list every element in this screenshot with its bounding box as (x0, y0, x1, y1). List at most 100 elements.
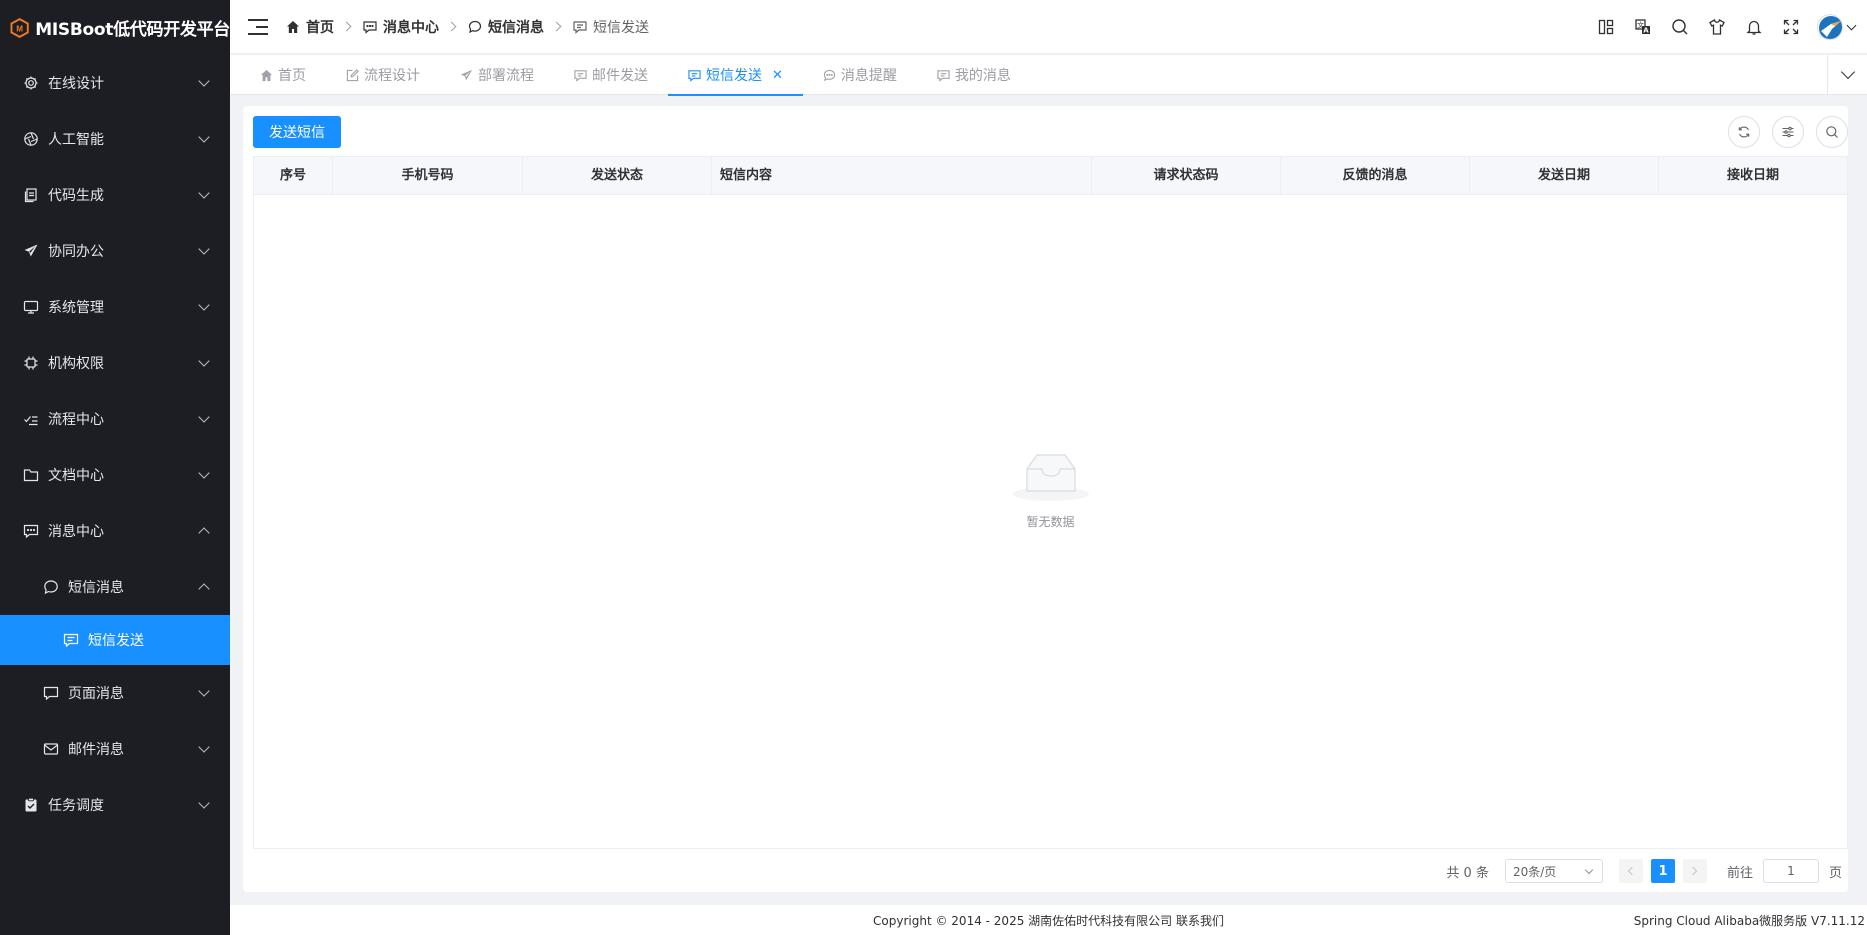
chat-dot-round-icon (823, 69, 836, 81)
chat-line-square-icon (937, 69, 950, 82)
sidebar-item-label: 文档中心 (48, 468, 104, 484)
main-card: 发送短信 序号 手机号码 发送状态 短信内容 请求状态码 反馈的消息 发送日期 … (243, 106, 1848, 892)
goto-page-input[interactable] (1762, 859, 1819, 883)
breadcrumb-label: 首页 (306, 19, 334, 36)
chevron-up-icon (198, 527, 210, 539)
page-size-value: 20条/页 (1512, 864, 1557, 879)
sidebar-item-docs[interactable]: 文档中心 (0, 447, 230, 503)
sidebar-item-sms-send[interactable]: 短信发送 (0, 615, 230, 665)
sidebar-item-message-center[interactable]: 消息中心 (0, 503, 230, 559)
home-icon (260, 69, 273, 81)
sidebar-menu: 在线设计 人工智能 代码生成 协同办公 系统管理 机构权限 流程中心 文档中心 … (0, 55, 230, 833)
chevron-down-icon (198, 797, 210, 809)
top-header: 首页 消息中心 短信消息 短信发送 文A (230, 0, 1867, 54)
chevron-down-icon (1584, 865, 1594, 875)
page-number-current[interactable]: 1 (1650, 859, 1675, 883)
sidebar-item-label: 页面消息 (68, 686, 124, 702)
send-sms-button[interactable]: 发送短信 (253, 116, 341, 148)
search-icon[interactable] (1661, 9, 1698, 46)
tab-deploy-flow[interactable]: 部署流程 (440, 55, 554, 95)
column-header-send-status[interactable]: 发送状态 (523, 157, 712, 195)
tab-flow-design[interactable]: 流程设计 (326, 55, 440, 95)
tab-mail-send[interactable]: 邮件发送 (554, 55, 668, 95)
chevron-down-icon (198, 741, 210, 753)
next-page-button[interactable] (1682, 859, 1707, 883)
tab-label: 消息提醒 (840, 68, 897, 84)
chat-round-icon (468, 20, 482, 33)
sidebar-item-label: 任务调度 (48, 798, 104, 814)
column-header-feedback[interactable]: 反馈的消息 (1281, 157, 1470, 195)
pagination-total: 共 0 条 (1446, 865, 1489, 881)
avatar-icon[interactable] (1817, 14, 1843, 40)
sidebar-item-codegen[interactable]: 代码生成 (0, 167, 230, 223)
sidebar-item-sms[interactable]: 短信消息 (0, 559, 230, 615)
chevron-down-icon (198, 355, 210, 367)
tab-label: 邮件发送 (592, 68, 648, 84)
sidebar-item-label: 流程中心 (48, 412, 104, 428)
sidebar-item-label: 邮件消息 (68, 742, 124, 758)
prev-page-button[interactable] (1618, 859, 1643, 883)
sidebar-item-mail-message[interactable]: 邮件消息 (0, 721, 230, 777)
empty-text: 暂无数据 (1026, 515, 1075, 529)
chevron-down-icon (198, 243, 210, 255)
sidebar-item-label: 消息中心 (48, 524, 104, 540)
close-icon[interactable]: ✕ (772, 68, 783, 83)
breadcrumb-item-sms[interactable]: 短信消息 (468, 17, 544, 37)
sidebar-item-system[interactable]: 系统管理 (0, 279, 230, 335)
sidebar-item-org[interactable]: 机构权限 (0, 335, 230, 391)
tab-my-messages[interactable]: 我的消息 (917, 55, 1031, 95)
fullscreen-icon[interactable] (1772, 9, 1809, 46)
refresh-icon[interactable] (1728, 116, 1760, 148)
chevron-left-icon (1628, 866, 1637, 876)
header-tools: 文A (1587, 0, 1857, 54)
tab-label: 首页 (278, 68, 306, 84)
sidebar-item-label: 机构权限 (48, 356, 104, 372)
menu-toggle-icon[interactable] (248, 18, 268, 35)
tab-label: 我的消息 (954, 68, 1011, 84)
edit-icon (346, 68, 359, 81)
chat-line-square-icon (574, 69, 587, 82)
column-header-send-date[interactable]: 发送日期 (1470, 157, 1659, 195)
shirt-icon[interactable] (1698, 9, 1735, 46)
chevron-down-icon[interactable] (1846, 20, 1857, 30)
version-text: Spring Cloud Alibaba微服务版 V7.11.12 (1633, 913, 1865, 928)
bell-icon[interactable] (1735, 9, 1772, 46)
sidebar-item-label: 人工智能 (48, 132, 104, 148)
table-header: 序号 手机号码 发送状态 短信内容 请求状态码 反馈的消息 发送日期 接收日期 (254, 157, 1847, 195)
tab-home[interactable]: 首页 (230, 55, 326, 95)
sidebar-item-label: 在线设计 (48, 76, 104, 92)
home-icon (287, 20, 299, 33)
tabs-dropdown-icon[interactable] (1827, 55, 1867, 95)
chat-square-icon (42, 684, 60, 702)
chat-square-icon (22, 522, 40, 540)
search-icon[interactable] (1816, 116, 1848, 148)
translate-icon[interactable]: 文A (1624, 9, 1661, 46)
tab-sms-send[interactable]: 短信发送 ✕ (668, 55, 803, 96)
page-tabs: 首页 流程设计 部署流程 邮件发送 短信发送 ✕ 消息提醒 我的消息 (230, 55, 1867, 96)
sidebar-item-office[interactable]: 协同办公 (0, 223, 230, 279)
clipboard-check-icon (22, 796, 40, 814)
sidebar-item-label: 协同办公 (48, 244, 104, 260)
sidebar-item-ai[interactable]: 人工智能 (0, 111, 230, 167)
logo[interactable]: M MISBoot低代码开发平台 (0, 0, 230, 55)
filter-icon[interactable] (1772, 116, 1804, 148)
tab-message-remind[interactable]: 消息提醒 (803, 55, 917, 95)
page-size-select[interactable]: 20条/页 (1504, 859, 1603, 883)
column-header-phone[interactable]: 手机号码 (333, 157, 523, 195)
sidebar-item-flow[interactable]: 流程中心 (0, 391, 230, 447)
column-header-sms-content[interactable]: 短信内容 (712, 157, 1092, 195)
breadcrumb-item-home[interactable]: 首页 (286, 17, 334, 37)
empty-state: 暂无数据 (254, 447, 1847, 530)
column-header-receive-date[interactable]: 接收日期 (1659, 157, 1847, 195)
sidebar-item-online-design[interactable]: 在线设计 (0, 55, 230, 111)
sidebar-item-page-message[interactable]: 页面消息 (0, 665, 230, 721)
sidebar-item-scheduler[interactable]: 任务调度 (0, 777, 230, 833)
breadcrumb-item-message-center[interactable]: 消息中心 (363, 17, 439, 37)
send-icon (460, 69, 473, 80)
column-header-request-code[interactable]: 请求状态码 (1092, 157, 1281, 195)
tab-label: 流程设计 (364, 68, 420, 84)
column-header-index[interactable]: 序号 (254, 157, 333, 195)
empty-box-icon (1012, 454, 1089, 501)
gear-icon (22, 74, 40, 92)
grid-icon[interactable] (1587, 9, 1624, 46)
